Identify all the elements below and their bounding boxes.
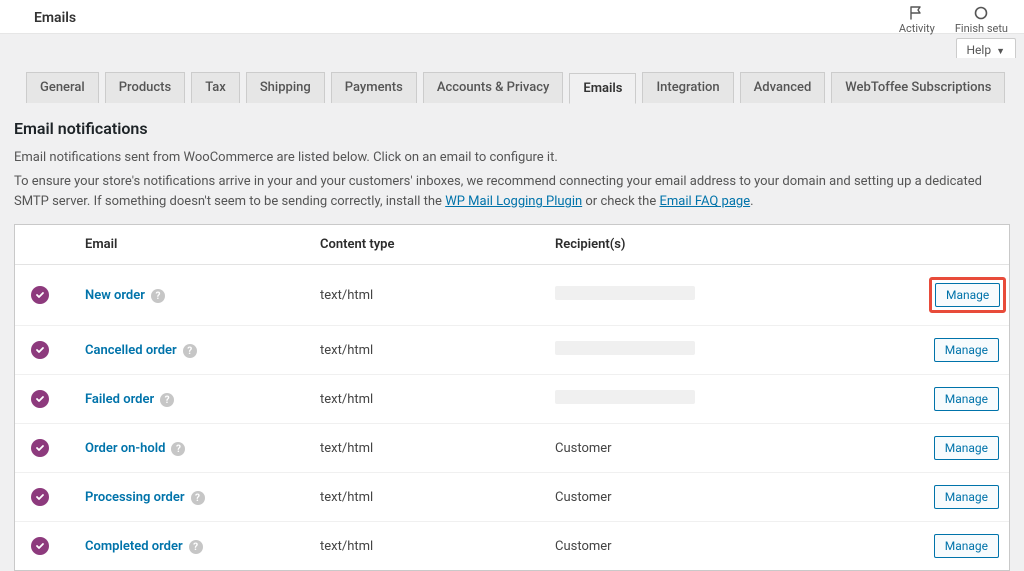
help-tooltip-icon[interactable]: ? xyxy=(160,393,174,407)
tab-integration[interactable]: Integration xyxy=(642,72,733,103)
email-name-link[interactable]: New order xyxy=(85,288,145,303)
recipient-cell xyxy=(545,375,919,424)
topbar: Emails Activity Finish setu xyxy=(0,0,1024,34)
col-email: Email xyxy=(75,225,310,265)
content-type-cell: text/html xyxy=(310,265,545,326)
tab-webtoffee-subscriptions[interactable]: WebToffee Subscriptions xyxy=(831,72,1005,103)
help-tooltip-icon[interactable]: ? xyxy=(189,540,203,554)
table-row: Failed order? text/html Manage xyxy=(15,375,1009,424)
email-notifications-table: Email Content type Recipient(s) New orde… xyxy=(14,224,1010,571)
tab-payments[interactable]: Payments xyxy=(331,72,417,103)
col-recipients: Recipient(s) xyxy=(545,225,919,265)
tab-tax[interactable]: Tax xyxy=(191,72,240,103)
recipient-cell: Customer xyxy=(545,522,919,571)
manage-button[interactable]: Manage xyxy=(934,436,999,460)
tab-accounts-privacy[interactable]: Accounts & Privacy xyxy=(423,72,564,103)
table-row: Order on-hold? text/htmlCustomer Manage xyxy=(15,424,1009,473)
table-row: Cancelled order? text/html Manage xyxy=(15,326,1009,375)
col-status xyxy=(15,225,75,265)
finish-setup-label: Finish setu xyxy=(955,22,1008,35)
recipient-cell xyxy=(545,326,919,375)
content-type-cell: text/html xyxy=(310,326,545,375)
activity-label: Activity xyxy=(899,22,935,35)
settings-tabs: GeneralProductsTaxShippingPaymentsAccoun… xyxy=(0,58,1024,103)
email-settings-panel: Email notifications Email notifications … xyxy=(0,103,1024,571)
progress-circle-icon xyxy=(972,6,990,20)
manage-button-highlight: Manage xyxy=(929,277,1006,313)
manage-button[interactable]: Manage xyxy=(935,283,1000,307)
manage-button[interactable]: Manage xyxy=(934,387,999,411)
tab-advanced[interactable]: Advanced xyxy=(740,72,826,103)
email-faq-link[interactable]: Email FAQ page xyxy=(659,194,750,209)
email-name-link[interactable]: Failed order xyxy=(85,392,154,407)
section-description-1: Email notifications sent from WooCommerc… xyxy=(14,148,1010,168)
status-enabled-icon xyxy=(31,341,49,359)
email-name-link[interactable]: Processing order xyxy=(85,490,185,505)
status-enabled-icon xyxy=(31,390,49,408)
tab-emails[interactable]: Emails xyxy=(569,73,636,104)
chevron-down-icon: ▼ xyxy=(996,47,1005,57)
content-type-cell: text/html xyxy=(310,375,545,424)
help-tooltip-icon[interactable]: ? xyxy=(151,289,165,303)
tab-shipping[interactable]: Shipping xyxy=(246,72,325,103)
recipient-cell: Customer xyxy=(545,473,919,522)
help-tooltip-icon[interactable]: ? xyxy=(171,442,185,456)
flag-icon xyxy=(908,6,926,20)
table-row: New order? text/html Manage xyxy=(15,265,1009,326)
activity-button[interactable]: Activity xyxy=(899,6,935,35)
table-row: Completed order? text/htmlCustomer Manage xyxy=(15,522,1009,571)
manage-button[interactable]: Manage xyxy=(934,485,999,509)
content-type-cell: text/html xyxy=(310,522,545,571)
help-row: Help ▼ xyxy=(0,34,1024,58)
table-row: Processing order? text/htmlCustomer Manage xyxy=(15,473,1009,522)
finish-setup-button[interactable]: Finish setu xyxy=(955,6,1008,35)
tab-general[interactable]: General xyxy=(26,72,99,103)
recipient-cell: Customer xyxy=(545,424,919,473)
col-manage xyxy=(919,225,1009,265)
content-type-cell: text/html xyxy=(310,424,545,473)
recipient-cell xyxy=(545,265,919,326)
wp-mail-logging-link[interactable]: WP Mail Logging Plugin xyxy=(445,194,582,209)
redacted-recipient xyxy=(555,341,695,355)
section-description-2: To ensure your store's notifications arr… xyxy=(14,172,1010,212)
status-enabled-icon xyxy=(31,439,49,457)
email-name-link[interactable]: Order on-hold xyxy=(85,441,165,456)
page-title: Emails xyxy=(10,6,80,26)
manage-button[interactable]: Manage xyxy=(934,338,999,362)
manage-button[interactable]: Manage xyxy=(934,534,999,558)
status-enabled-icon xyxy=(31,537,49,555)
content-type-cell: text/html xyxy=(310,473,545,522)
col-content-type: Content type xyxy=(310,225,545,265)
redacted-recipient xyxy=(555,286,695,300)
help-dropdown[interactable]: Help ▼ xyxy=(956,38,1017,58)
email-name-link[interactable]: Cancelled order xyxy=(85,343,177,358)
status-enabled-icon xyxy=(31,286,49,304)
topbar-right: Activity Finish setu xyxy=(899,6,1014,35)
status-enabled-icon xyxy=(31,488,49,506)
email-name-link[interactable]: Completed order xyxy=(85,539,183,554)
section-heading: Email notifications xyxy=(14,119,1010,138)
redacted-recipient xyxy=(555,390,695,404)
help-tooltip-icon[interactable]: ? xyxy=(191,491,205,505)
help-tooltip-icon[interactable]: ? xyxy=(183,344,197,358)
tab-products[interactable]: Products xyxy=(105,72,185,103)
